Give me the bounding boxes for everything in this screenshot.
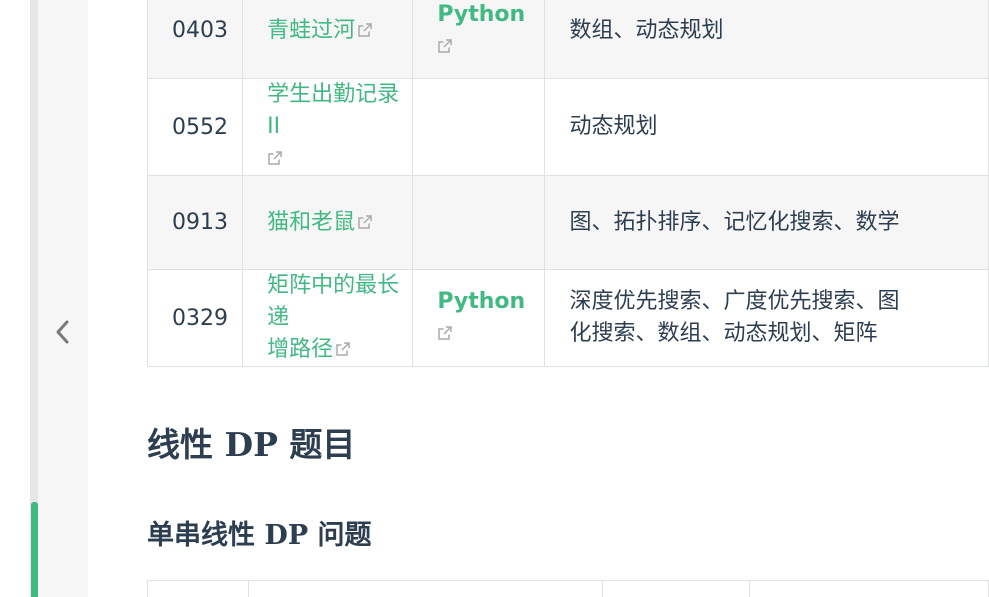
table-cell — [146, 580, 250, 597]
table-row: 0329 矩阵中的最长递 增路径 Python 深度优先搜索、广度优先搜索、图 化… — [146, 269, 989, 367]
problem-number: 0913 — [146, 175, 244, 270]
solution-link[interactable]: Python — [437, 286, 544, 350]
table-row: 0913 猫和老鼠 图、拓扑排序、记忆化搜索、数学 — [146, 175, 989, 270]
sidebar-scroll-thumb[interactable] — [31, 502, 38, 597]
problem-title-cell: 学生出勤记录 II — [242, 78, 414, 176]
problem-title-link[interactable]: 猫和老鼠 — [267, 210, 373, 235]
collapse-sidebar-button[interactable] — [52, 318, 74, 346]
external-link-icon — [438, 38, 453, 53]
problem-title-link[interactable]: 矩阵中的最长递 增路径 — [267, 270, 412, 366]
external-link-icon — [358, 214, 372, 229]
problem-title-cell: 矩阵中的最长递 增路径 — [242, 269, 414, 367]
external-link-icon — [336, 342, 350, 356]
problem-title-cell: 青蛙过河 — [242, 0, 414, 79]
tags-text: 化搜索、数组、动态规划、矩阵 — [569, 321, 878, 346]
page: 0403 青蛙过河 Python 数组、动态规划 0552 学生出勤记录 II … — [0, 0, 989, 597]
solution-lang-cell: Python — [412, 269, 546, 367]
solution-lang-cell — [412, 175, 546, 270]
table-cell — [248, 580, 604, 597]
collapsed-sidebar-panel — [38, 0, 88, 597]
next-table-top — [146, 580, 989, 597]
problem-number: 0329 — [146, 269, 244, 367]
table-row: 0552 学生出勤记录 II 动态规划 — [146, 78, 989, 176]
section-heading: 线性 DP 题目 — [147, 425, 356, 464]
tags-cell: 深度优先搜索、广度优先搜索、图 化搜索、数组、动态规划、矩阵 — [544, 269, 989, 367]
tags-text: 动态规划 — [569, 114, 658, 139]
subsection-heading: 单串线性 DP 问题 — [147, 520, 372, 551]
problem-title-cell: 猫和老鼠 — [242, 175, 414, 270]
problem-title-link[interactable]: 青蛙过河 — [267, 18, 373, 43]
external-link-icon — [358, 22, 372, 37]
table-row: 0403 青蛙过河 Python 数组、动态规划 — [146, 0, 989, 79]
solution-lang-cell: Python — [412, 0, 546, 79]
table-cell — [748, 580, 989, 597]
problem-number: 0403 — [146, 0, 244, 79]
tags-cell: 图、拓扑排序、记忆化搜索、数学 — [544, 175, 989, 270]
chevron-left-icon — [56, 320, 69, 344]
tags-text: 数组、动态规划 — [569, 17, 724, 43]
table-cell — [602, 580, 750, 597]
problem-title-link[interactable]: 学生出勤记录 II — [267, 79, 412, 175]
solution-lang-cell — [412, 78, 546, 176]
external-link-icon — [268, 151, 282, 165]
left-margin — [0, 0, 30, 597]
solution-link[interactable]: Python — [437, 0, 544, 63]
tags-cell: 动态规划 — [544, 78, 989, 176]
problems-table: 0403 青蛙过河 Python 数组、动态规划 0552 学生出勤记录 II … — [146, 0, 989, 367]
table-row — [146, 580, 989, 597]
tags-cell: 数组、动态规划 — [544, 0, 989, 79]
tags-text: 深度优先搜索、广度优先搜索、图 — [569, 289, 900, 314]
problem-number: 0552 — [146, 78, 244, 176]
external-link-icon — [438, 326, 453, 340]
tags-text: 图、拓扑排序、记忆化搜索、数学 — [569, 209, 900, 235]
